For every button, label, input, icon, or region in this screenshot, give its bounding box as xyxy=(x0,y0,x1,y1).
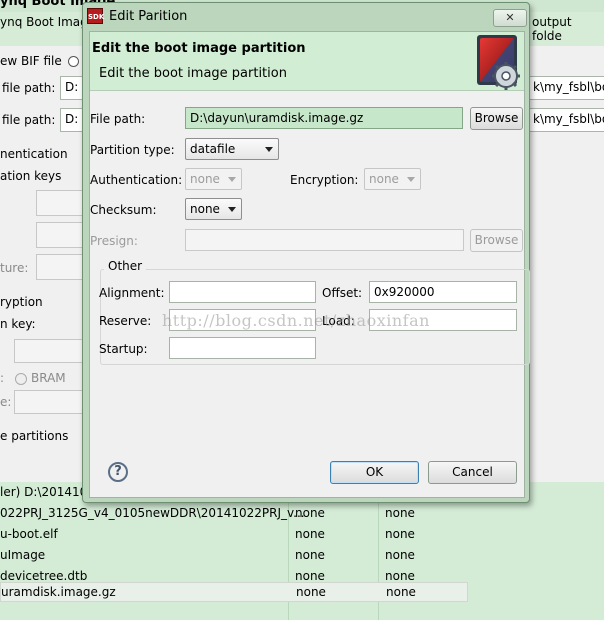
presign-input xyxy=(185,229,464,251)
banner-subtitle: Edit the boot image partition xyxy=(99,66,287,81)
chevron-down-icon xyxy=(228,207,236,212)
browse-button[interactable]: Browse xyxy=(470,107,523,130)
sdk-app-icon: SDK xyxy=(87,8,104,24)
presign-browse-button: Browse xyxy=(470,229,523,252)
chevron-down-icon xyxy=(407,177,415,182)
table-row[interactable]: uImage none none xyxy=(0,545,604,566)
encryption-label: Encryption: xyxy=(290,173,359,187)
bg-bram-label: BRAM xyxy=(31,371,66,385)
startup-input[interactable] xyxy=(169,337,316,359)
file-path-label: File path: xyxy=(90,112,146,126)
bg-e-field xyxy=(14,390,86,414)
table-row-selected[interactable]: uramdisk.image.gz none none xyxy=(0,582,468,602)
bg-key-field xyxy=(14,339,86,363)
bg-ture-label: ture: xyxy=(0,261,29,275)
presign-label: Presign: xyxy=(90,234,138,248)
bg-header-left-text: ynq Boot Imag xyxy=(0,15,88,29)
dialog-banner: Edit the boot image partition Edit the b… xyxy=(90,32,524,91)
bg-partitions-label: e partitions xyxy=(0,429,69,443)
chevron-down-icon xyxy=(265,147,273,152)
partition-type-value: datafile xyxy=(190,142,236,156)
encryption-select[interactable]: none xyxy=(364,168,421,190)
edit-partition-dialog: SDK Edit Parition ✕ Edit the boot image … xyxy=(82,2,530,503)
bg-key-label: n key: xyxy=(0,317,36,331)
checksum-select[interactable]: none xyxy=(185,198,242,220)
watermark-text: http://blog.csdn.net/zhaoxinfan xyxy=(162,311,430,330)
checksum-value: none xyxy=(190,202,220,216)
cancel-button[interactable]: Cancel xyxy=(428,461,517,484)
sdk-gear-logo-icon xyxy=(477,35,520,90)
reserve-label: Reserve: xyxy=(99,314,152,328)
bg-colon-label: : xyxy=(0,371,5,385)
bg-ture-field xyxy=(36,254,86,280)
authentication-select[interactable]: none xyxy=(185,168,242,190)
bg-ation-keys-label: ation keys xyxy=(0,169,62,183)
bg-bram-radio[interactable] xyxy=(15,373,27,385)
bg-authentication-label: nentication xyxy=(0,147,68,161)
alignment-label: Alignment: xyxy=(99,286,165,300)
bg-header-right-text: output folde xyxy=(532,15,572,43)
checksum-label: Checksum: xyxy=(90,203,157,217)
authentication-value: none xyxy=(190,172,220,186)
dialog-title: Edit Parition xyxy=(109,9,188,24)
table-row[interactable]: 022PRJ_3125G_v4_0105newDDR\20141022PRJ_v… xyxy=(0,503,604,524)
alignment-input[interactable] xyxy=(169,281,316,303)
bg-file-path-input-2-right[interactable]: k\my_fsbl\bo xyxy=(528,108,604,132)
dialog-body: Edit the boot image partition Edit the b… xyxy=(89,31,530,498)
bg-key-field-2 xyxy=(36,222,86,248)
bg-file-path-input-1-right[interactable]: k\my_fsbl\bo xyxy=(528,76,604,100)
bg-new-bif-label: ew BIF file xyxy=(0,54,62,68)
help-icon[interactable]: ? xyxy=(108,462,128,482)
chevron-down-icon xyxy=(228,177,236,182)
partition-type-label: Partition type: xyxy=(90,143,175,157)
ok-button[interactable]: OK xyxy=(330,461,419,484)
bg-encryption-label: ryption xyxy=(0,295,43,309)
close-button[interactable]: ✕ xyxy=(493,9,527,27)
bg-new-bif-radio[interactable] xyxy=(68,56,79,67)
encryption-value: none xyxy=(369,172,399,186)
table-row[interactable]: u-boot.elf none none xyxy=(0,524,604,545)
bg-file-path-label-2: file path: xyxy=(2,113,56,127)
partition-type-select[interactable]: datafile xyxy=(185,138,279,160)
authentication-label: Authentication: xyxy=(90,173,183,187)
bg-key-field-1 xyxy=(36,190,86,216)
file-path-input[interactable]: D:\dayun\uramdisk.image.gz xyxy=(185,107,463,129)
startup-label: Startup: xyxy=(99,342,148,356)
bg-file-path-label-1: file path: xyxy=(2,81,56,95)
bg-e-label: e: xyxy=(0,395,12,409)
other-group-label: Other xyxy=(104,259,147,273)
banner-title: Edit the boot image partition xyxy=(92,41,306,56)
offset-input[interactable]: 0x920000 xyxy=(369,281,517,303)
offset-label: Offset: xyxy=(322,286,363,300)
dialog-titlebar[interactable]: SDK Edit Parition ✕ xyxy=(83,3,529,31)
